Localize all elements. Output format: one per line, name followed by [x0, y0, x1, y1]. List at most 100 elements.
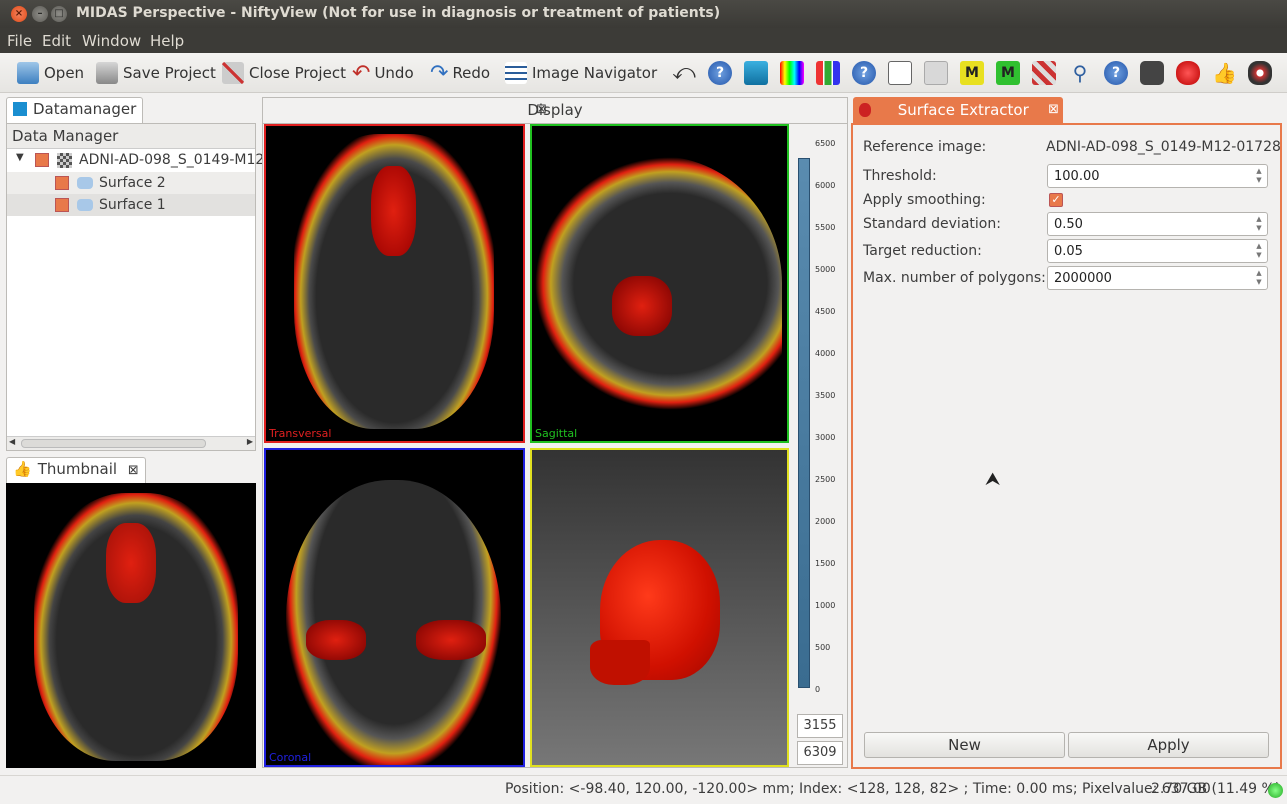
reference-image-value: ADNI-AD-098_S_0149-M12-01728	[1046, 139, 1281, 155]
tree-item-image[interactable]: ▼ ADNI-AD-098_S_0149-M12	[7, 149, 264, 172]
apply-smoothing-checkbox[interactable]: ✓	[1049, 193, 1063, 207]
close-icon[interactable]: ⊠	[128, 463, 139, 478]
datamanager-header: Data Manager	[7, 124, 255, 149]
status-indicator-icon	[1268, 783, 1283, 798]
title-bar: × – □ MIDAS Perspective - NiftyView (Not…	[0, 0, 1287, 28]
scale-tick-label: 1000	[815, 601, 836, 610]
transversal-view[interactable]: Transversal	[264, 124, 525, 443]
spin-arrows-icon[interactable]: ▲ ▼	[1253, 269, 1265, 287]
tab-datamanager[interactable]: Datamanager	[6, 97, 144, 123]
color-picker-icon[interactable]	[780, 61, 804, 85]
scale-tick-label: 4000	[815, 349, 836, 358]
threshold-label: Threshold:	[863, 168, 937, 184]
undo-button[interactable]: ↶ Undo	[352, 60, 414, 86]
scale-tick-label: 3000	[815, 433, 836, 442]
thumbnail-icon: 👍	[13, 460, 32, 478]
window-minimize-button[interactable]: –	[32, 6, 48, 22]
scrollbar-thumb[interactable]	[21, 439, 206, 448]
redo-button[interactable]: ↷ Redo	[430, 60, 490, 86]
level-window-scale[interactable]: 6500 6000 5500 5000 4500 4000 3500 3000 2500 2000…	[795, 126, 845, 694]
midas-yellow-icon[interactable]: M	[960, 61, 984, 85]
horizontal-scrollbar[interactable]: ◀ ▶	[7, 436, 255, 450]
close-project-icon	[222, 62, 244, 84]
logging-icon[interactable]	[924, 61, 948, 85]
expand-arrow-icon[interactable]: ▼	[16, 152, 24, 163]
scale-tick-label: 6000	[815, 181, 836, 190]
surface-icon	[77, 177, 93, 189]
scroll-right-icon[interactable]: ▶	[247, 437, 253, 446]
spin-arrows-icon[interactable]: ▲ ▼	[1253, 242, 1265, 260]
thumb-icon[interactable]: 👍	[1212, 61, 1237, 85]
memory-usage: 2.70 GB (11.49 %)	[1151, 781, 1281, 797]
scale-tick-label: 1500	[815, 559, 836, 568]
level-input[interactable]: 3155	[797, 714, 843, 738]
neck-surface-render	[590, 640, 650, 685]
midas-green-icon[interactable]: M	[996, 61, 1020, 85]
standard-deviation-spinbox[interactable]: 0.50 ▲ ▼	[1047, 212, 1268, 236]
tree-item-surface-2[interactable]: Surface 2	[7, 172, 255, 194]
segmentation-icon[interactable]	[1032, 61, 1056, 85]
menu-help[interactable]: Help	[150, 32, 184, 50]
menu-file[interactable]: File	[7, 32, 32, 50]
tab-thumbnail[interactable]: 👍 Thumbnail ⊠	[6, 457, 146, 483]
scale-tick-label: 0	[815, 685, 821, 694]
back-arrow-icon[interactable]: ⤺	[672, 61, 696, 85]
tab-surface-extractor[interactable]: Surface Extractor ⊠	[853, 97, 1063, 123]
scale-tick-label: 2000	[815, 517, 836, 526]
visibility-checkbox[interactable]	[35, 153, 49, 167]
menu-edit[interactable]: Edit	[42, 32, 71, 50]
navigator-icon	[505, 62, 527, 84]
sagittal-view[interactable]: Sagittal	[530, 124, 789, 443]
window-maximize-button[interactable]: □	[51, 6, 67, 22]
apply-button[interactable]: Apply	[1068, 732, 1269, 758]
scale-tick-label: 3500	[815, 391, 836, 400]
histogram-icon[interactable]	[816, 61, 840, 85]
coronal-view[interactable]: Coronal	[264, 448, 525, 767]
scroll-left-icon[interactable]: ◀	[9, 437, 15, 446]
help-icon-2[interactable]: ?	[852, 61, 876, 85]
close-icon[interactable]: ⊠	[1048, 97, 1059, 123]
threshold-spinbox[interactable]: 100.00 ▲ ▼	[1047, 164, 1268, 188]
max-polygons-label: Max. number of polygons:	[863, 270, 1046, 286]
thumbnail-highlight	[106, 523, 156, 603]
level-window-slider[interactable]	[798, 158, 810, 688]
close-icon[interactable]: ⊠	[536, 98, 547, 122]
tab-display[interactable]: Display ⊠	[262, 97, 848, 123]
open-button[interactable]: Open	[17, 60, 84, 86]
surface-head-icon[interactable]	[1176, 61, 1200, 85]
open-icon	[17, 62, 39, 84]
spin-arrows-icon[interactable]: ▲ ▼	[1253, 215, 1265, 233]
window-input[interactable]: 6309	[797, 741, 843, 765]
visibility-checkbox[interactable]	[55, 176, 69, 190]
menu-window[interactable]: Window	[82, 32, 141, 50]
menu-bar: File Edit Window Help	[0, 28, 1287, 53]
plot-icon[interactable]	[888, 61, 912, 85]
magnifier-icon[interactable]: ⚲	[1068, 61, 1092, 85]
max-polygons-spinbox[interactable]: 2000000 ▲ ▼	[1047, 266, 1268, 290]
render-3d-view[interactable]	[530, 448, 789, 767]
thumbnail-view[interactable]	[6, 483, 256, 768]
help-icon-3[interactable]: ?	[1104, 61, 1128, 85]
status-position: Position: <-98.40, 120.00, -120.00> mm; …	[505, 781, 1211, 797]
new-button[interactable]: New	[864, 732, 1065, 758]
tree-item-surface-1[interactable]: Surface 1	[7, 194, 255, 216]
help-icon[interactable]: ?	[708, 61, 732, 85]
volume-icon[interactable]	[744, 61, 768, 85]
close-project-button[interactable]: Close Project	[222, 60, 346, 86]
scale-tick-label: 5500	[815, 223, 836, 232]
target-reduction-spinbox[interactable]: 0.05 ▲ ▼	[1047, 239, 1268, 263]
camera-icon[interactable]	[1140, 61, 1164, 85]
redo-icon: ↷	[430, 60, 449, 86]
save-project-button[interactable]: Save Project	[96, 60, 216, 86]
mouse-cursor-icon: ⮝	[985, 469, 1001, 490]
image-icon	[57, 153, 72, 168]
spin-arrows-icon[interactable]: ▲ ▼	[1253, 167, 1265, 185]
visibility-checkbox[interactable]	[55, 198, 69, 212]
eye-icon[interactable]	[1248, 61, 1272, 85]
scale-tick-label: 500	[815, 643, 831, 652]
main-toolbar: Open Save Project Close Project ↶ Undo ↷ R…	[0, 53, 1287, 93]
image-navigator-button[interactable]: Image Navigator	[505, 60, 657, 86]
window-close-button[interactable]: ×	[11, 6, 27, 22]
reference-image-label: Reference image:	[863, 139, 987, 155]
coronal-highlight-right	[416, 620, 486, 660]
